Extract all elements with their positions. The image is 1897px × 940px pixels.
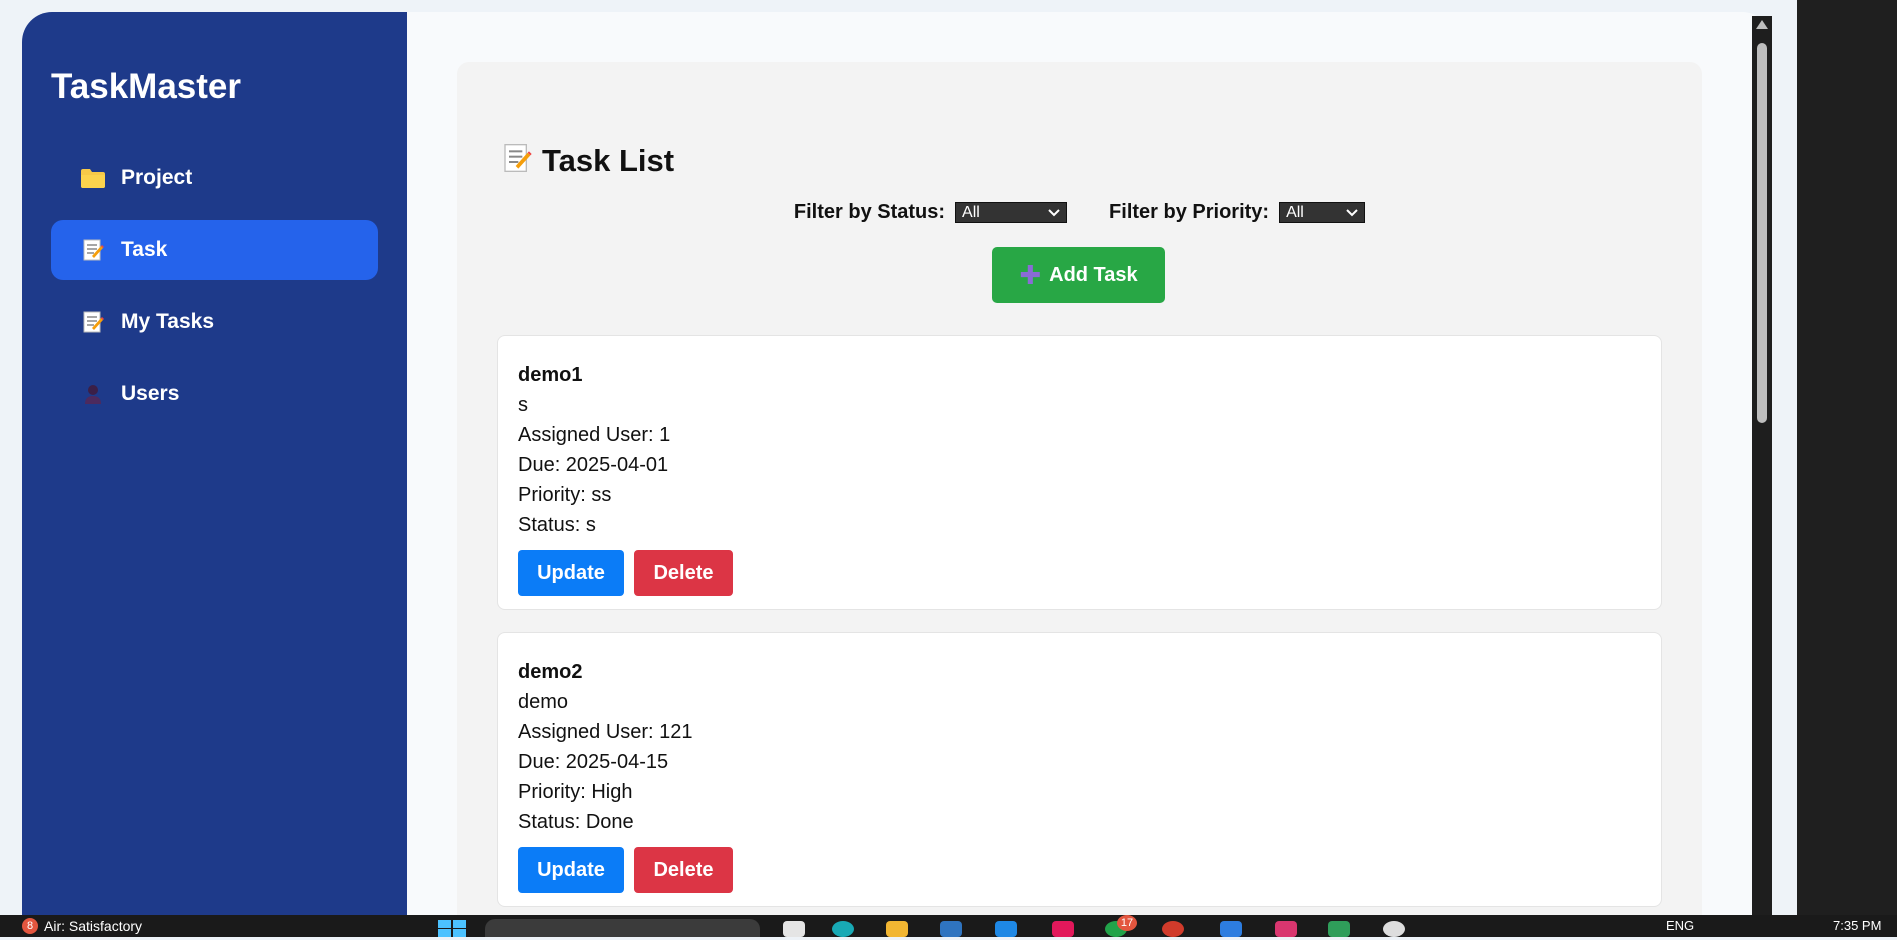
brand-title: TaskMaster: [51, 67, 242, 106]
memo-icon: [79, 236, 107, 264]
chevron-down-icon: [1048, 204, 1060, 222]
scroll-thumb[interactable]: [1757, 43, 1767, 423]
sidebar: TaskMaster Project Task My Tasks Users: [22, 12, 407, 937]
folder-icon[interactable]: [886, 921, 908, 937]
delete-button[interactable]: Delete: [634, 847, 733, 893]
sidebar-item-project[interactable]: Project: [51, 148, 378, 208]
user-icon: [79, 380, 107, 408]
taskbar-search[interactable]: [485, 919, 760, 937]
status-filter-label: Filter by Status:: [793, 201, 946, 223]
sidebar-item-label: Task: [121, 238, 168, 261]
app-icon[interactable]: [1052, 921, 1074, 937]
priority-filter-select[interactable]: All: [1279, 202, 1366, 223]
task-assigned-user: Assigned User: 1: [518, 424, 671, 446]
sidebar-item-label: Users: [121, 382, 180, 405]
app-icon[interactable]: [1328, 921, 1350, 937]
delete-button[interactable]: Delete: [634, 550, 733, 596]
chevron-down-icon: [1346, 204, 1358, 222]
page-title: Task List: [542, 142, 675, 178]
task-panel: Task List Filter by Status: All Filter b…: [457, 62, 1702, 937]
task-status: Status: s: [518, 514, 596, 536]
main-content: Task List Filter by Status: All Filter b…: [407, 12, 1772, 937]
taskbar: 8 Air: Satisfactory 17 ENG 7:35 PM: [0, 915, 1897, 937]
sidebar-item-label: Project: [121, 166, 193, 189]
page-header: Task List: [502, 142, 674, 179]
add-task-button[interactable]: ✚ Add Task: [992, 247, 1165, 303]
task-description: demo: [518, 691, 569, 713]
task-name: demo1: [518, 364, 583, 386]
filter-bar: Filter by Status: All Filter by Priority…: [457, 201, 1702, 224]
add-task-label: Add Task: [1049, 263, 1138, 286]
app-icon[interactable]: [940, 921, 962, 937]
task-due-date: Due: 2025-04-01: [518, 454, 669, 476]
weather-badge: 8: [22, 918, 38, 934]
task-name: demo2: [518, 661, 583, 683]
clock[interactable]: 7:35 PM: [1833, 918, 1881, 933]
task-priority: Priority: High: [518, 781, 633, 803]
background-window: [1797, 0, 1897, 937]
app-icon[interactable]: [783, 921, 805, 937]
task-status: Status: Done: [518, 811, 634, 833]
app-icon[interactable]: 17: [1105, 915, 1137, 937]
language-indicator[interactable]: ENG: [1666, 918, 1694, 933]
app-icon[interactable]: [1220, 921, 1242, 937]
weather-text: Air: Satisfactory: [44, 918, 143, 934]
app-icon[interactable]: [995, 921, 1017, 937]
task-actions: Update Delete: [518, 550, 1641, 596]
app-icon[interactable]: [1383, 921, 1405, 937]
status-filter-value: All: [962, 203, 980, 221]
priority-filter-label: Filter by Priority:: [1109, 201, 1270, 223]
windows-start-icon[interactable]: [438, 920, 466, 937]
sidebar-item-my-tasks[interactable]: My Tasks: [51, 292, 378, 352]
sidebar-item-task[interactable]: Task: [51, 220, 378, 280]
update-button[interactable]: Update: [518, 550, 624, 596]
scroll-up-arrow-icon[interactable]: [1756, 20, 1768, 29]
task-description: s: [518, 394, 528, 416]
app-icon[interactable]: [1275, 921, 1297, 937]
status-filter-select[interactable]: All: [955, 202, 1068, 223]
sidebar-item-label: My Tasks: [121, 310, 214, 333]
folder-icon: [79, 164, 107, 192]
task-assigned-user: Assigned User: 121: [518, 721, 693, 743]
notification-badge: 17: [1117, 915, 1137, 931]
sidebar-item-users[interactable]: Users: [51, 364, 378, 424]
task-due-date: Due: 2025-04-15: [518, 751, 669, 773]
plus-icon: ✚: [1019, 260, 1042, 290]
app-icon[interactable]: [1162, 921, 1184, 937]
vertical-scrollbar[interactable]: [1752, 16, 1772, 937]
task-actions: Update Delete: [518, 847, 1641, 893]
update-button[interactable]: Update: [518, 847, 624, 893]
task-card: demo1 s Assigned User: 1 Due: 2025-04-01…: [497, 335, 1662, 610]
priority-filter-value: All: [1286, 203, 1304, 221]
memo-icon: [79, 308, 107, 336]
app-window: TaskMaster Project Task My Tasks Users T…: [22, 12, 1772, 937]
weather-widget[interactable]: 8 Air: Satisfactory: [22, 918, 142, 934]
task-card: demo2 demo Assigned User: 121 Due: 2025-…: [497, 632, 1662, 907]
task-priority: Priority: ss: [518, 484, 612, 506]
memo-icon: [502, 142, 532, 179]
app-icon[interactable]: [832, 921, 854, 937]
